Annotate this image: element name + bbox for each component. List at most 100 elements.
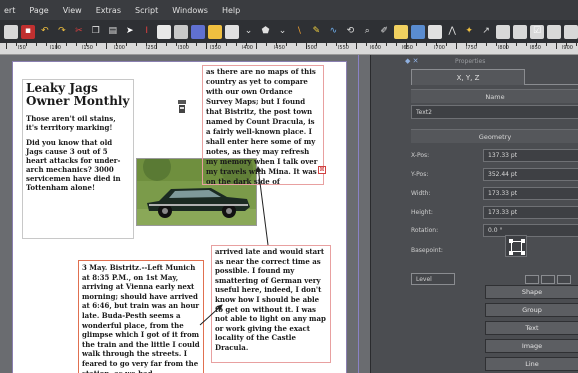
ypos-label: Y-Pos: xyxy=(411,170,429,178)
properties-panel: ◆ ✕ Properties X, Y, Z Name Text2 Geomet… xyxy=(370,55,578,373)
copy-icon[interactable]: ❐ xyxy=(89,25,103,39)
width-field[interactable]: 173.33 pt xyxy=(483,186,578,200)
ruler-label: l300 xyxy=(178,45,189,51)
rotate-icon[interactable]: ⟲ xyxy=(343,25,357,39)
ruler-tick xyxy=(266,43,267,46)
ruler-tick xyxy=(486,43,487,46)
document-canvas[interactable]: Leaky Jags Owner Monthly Those aren't oi… xyxy=(0,55,370,373)
menu-item-windows[interactable]: Windows xyxy=(172,6,208,15)
text-frame-story-top[interactable]: as there are no maps of this country as … xyxy=(202,65,324,186)
article-title: Leaky Jags Owner Monthly xyxy=(26,81,130,108)
ruler-label: l200 xyxy=(114,45,125,51)
panel-float-icon[interactable]: ◆ ✕ xyxy=(405,57,418,65)
eyedropper-icon[interactable]: ✦ xyxy=(462,25,476,39)
polygon-icon[interactable]: ⌄ xyxy=(242,25,256,39)
link-frames-icon[interactable] xyxy=(394,24,409,39)
pdf-link-icon[interactable] xyxy=(563,24,578,39)
ypos-field[interactable]: 352.44 pt xyxy=(483,167,578,181)
ruler-tick xyxy=(46,43,47,46)
level-down-button[interactable] xyxy=(541,275,555,284)
xpos-field[interactable]: 137.33 pt xyxy=(483,148,578,162)
ruler-label: l150 xyxy=(82,45,93,51)
pdf-icon[interactable]: ▪ xyxy=(20,24,35,39)
text-frame-icon[interactable] xyxy=(190,24,205,39)
text-frame-story-left[interactable]: 3 May. Bistritz.--Left Munich at 8:35 P.… xyxy=(78,260,204,373)
menu-item-view[interactable]: View xyxy=(63,6,82,15)
menu-item-script[interactable]: Script xyxy=(135,6,158,15)
ruler-tick xyxy=(136,43,137,46)
cut-icon[interactable]: ✂ xyxy=(72,25,86,39)
ruler-label: l50 xyxy=(18,45,26,51)
line-section-button[interactable]: Line xyxy=(485,357,578,371)
copy-props-icon[interactable]: ⋀ xyxy=(445,25,459,39)
ruler-tick xyxy=(426,43,427,46)
ruler-tick xyxy=(386,43,387,46)
level-top-button[interactable] xyxy=(557,275,571,284)
new-doc-icon[interactable] xyxy=(4,24,18,39)
ruler-tick xyxy=(336,43,337,46)
ruler-tick xyxy=(6,43,7,49)
basepoint-dot-tr[interactable] xyxy=(521,239,525,243)
menu-item-edit[interactable]: ert xyxy=(4,6,15,15)
ruler-tick xyxy=(236,43,237,46)
text-overflow-icon[interactable]: ⊠ xyxy=(318,166,326,174)
line-icon[interactable]: \ xyxy=(292,25,306,39)
basepoint-selector[interactable] xyxy=(505,235,527,257)
ypos-row: Y-Pos: 352.44 pt xyxy=(411,167,578,181)
freehand-icon[interactable]: ∿ xyxy=(326,25,340,39)
text-cursor-icon[interactable]: I xyxy=(140,25,154,39)
bezier-icon[interactable]: ✎ xyxy=(309,25,323,39)
shape-icon[interactable] xyxy=(224,24,239,39)
menu-item-extras[interactable]: Extras xyxy=(96,6,121,15)
image-frame-icon[interactable] xyxy=(156,24,171,39)
pdf-combo-icon[interactable] xyxy=(513,24,528,39)
text-section-button[interactable]: Text xyxy=(485,321,578,335)
pdf-push-icon[interactable]: ↗ xyxy=(479,25,493,39)
level-up-button[interactable] xyxy=(525,275,539,284)
menu-item-page[interactable]: Page xyxy=(29,6,48,15)
xpos-row: X-Pos: 137.33 pt xyxy=(411,148,578,162)
text-frame-headline[interactable]: Leaky Jags Owner Monthly Those aren't oi… xyxy=(22,79,134,239)
image-section-button[interactable]: Image xyxy=(485,339,578,353)
name-section-header[interactable]: Name xyxy=(411,89,578,103)
redo-icon[interactable]: ↷ xyxy=(55,25,69,39)
basepoint-dot-bl[interactable] xyxy=(509,251,513,255)
select-icon[interactable]: ➤ xyxy=(123,25,137,39)
ruler-label: l500 xyxy=(306,45,317,51)
render-frame-icon[interactable] xyxy=(207,24,222,39)
level-field[interactable]: Level xyxy=(411,273,455,285)
ruler-tick xyxy=(556,43,557,49)
ruler-label: l400 xyxy=(242,45,253,51)
rotation-row: Rotation: 0.0 ° xyxy=(411,223,578,237)
table-icon[interactable] xyxy=(173,24,188,39)
paste-icon[interactable]: ▤ xyxy=(106,25,120,39)
rotation-field[interactable]: 0.0 ° xyxy=(483,223,578,237)
geometry-section-header[interactable]: Geometry xyxy=(411,129,578,143)
menu-item-help[interactable]: Help xyxy=(222,6,240,15)
pdf-list-icon[interactable]: ☑ xyxy=(530,24,544,39)
ruler-label: l850 xyxy=(530,45,541,51)
undo-icon[interactable]: ↶ xyxy=(38,25,52,39)
width-label: Width: xyxy=(411,189,431,197)
zoom-icon[interactable]: ⌕ xyxy=(360,25,374,39)
pdf-text-icon[interactable] xyxy=(547,24,561,39)
horizontal-ruler[interactable]: l50 l100 l150 l200 l250 l300 l350 l400 l450 l500 l… xyxy=(0,43,578,55)
spiral-icon[interactable]: ⌄ xyxy=(276,25,290,39)
group-section-button[interactable]: Group xyxy=(485,303,578,317)
height-field[interactable]: 173.33 pt xyxy=(483,205,578,219)
shape-section-button[interactable]: Shape xyxy=(485,285,578,299)
basepoint-dot-br[interactable] xyxy=(521,251,525,255)
measure-icon[interactable] xyxy=(428,24,443,39)
text-frame-story-right[interactable]: arrived late and would start as near the… xyxy=(211,245,331,363)
name-field[interactable]: Text2 xyxy=(411,105,578,119)
ruler-tick xyxy=(196,43,197,46)
ruler-label: l250 xyxy=(146,45,157,51)
ruler-tick xyxy=(456,43,457,49)
ruler-label: l700 xyxy=(434,45,445,51)
arc-icon[interactable]: ⬟ xyxy=(259,25,273,39)
edit-contents-icon[interactable]: ✐ xyxy=(377,25,391,39)
basepoint-dot-tl[interactable] xyxy=(509,239,513,243)
pdf-check-icon[interactable] xyxy=(496,24,511,39)
tab-xyz[interactable]: X, Y, Z xyxy=(411,69,525,85)
unlink-frames-icon[interactable] xyxy=(411,24,426,39)
